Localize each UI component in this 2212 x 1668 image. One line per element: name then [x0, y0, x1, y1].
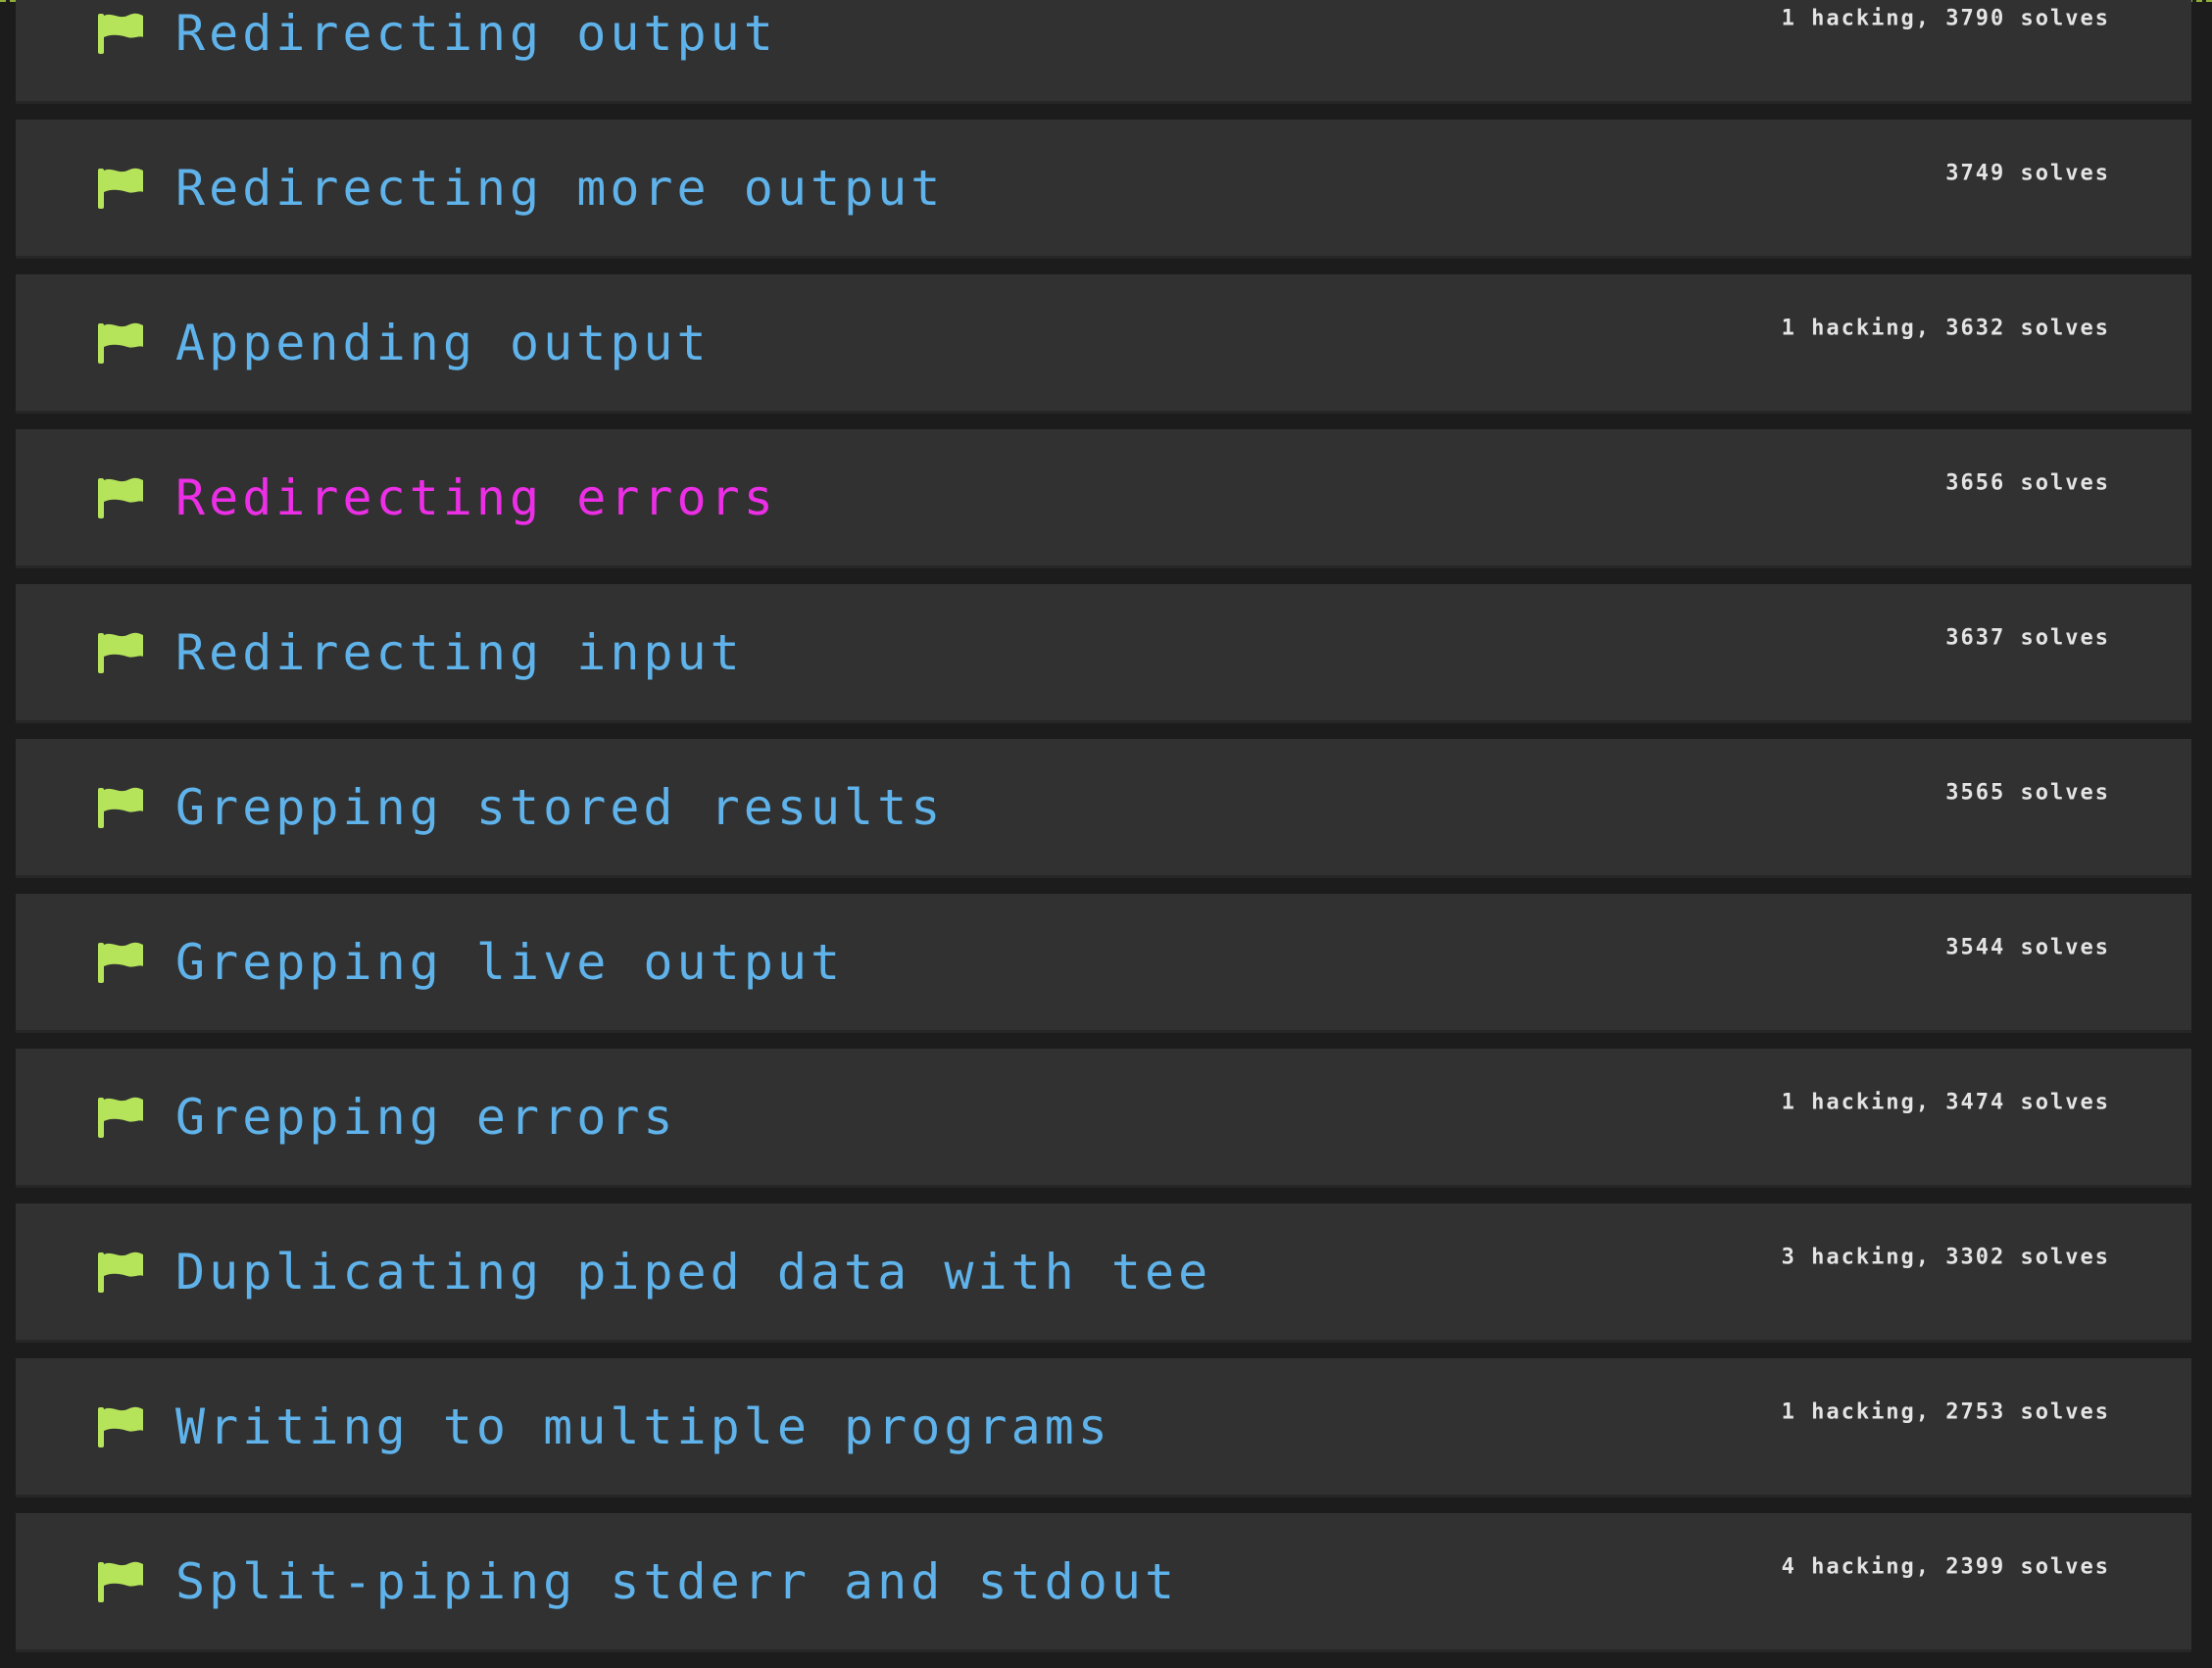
challenge-row[interactable]: Grepping stored results 3565 solves	[16, 739, 2191, 878]
flag-icon	[98, 632, 143, 673]
flag-icon	[98, 942, 143, 983]
challenge-title[interactable]: Duplicating piped data with tee	[175, 1244, 1211, 1300]
challenge-title[interactable]: Grepping stored results	[175, 779, 944, 836]
challenge-title[interactable]: Split-piping stderr and stdout	[175, 1553, 1178, 1610]
challenge-row[interactable]: Split-piping stderr and stdout 4 hacking…	[16, 1513, 2191, 1652]
challenge-stats: 3637 solves	[1945, 625, 2110, 650]
flag-icon	[98, 1406, 143, 1447]
flag-icon	[98, 1561, 143, 1602]
challenge-row[interactable]: Redirecting more output 3749 solves	[16, 120, 2191, 259]
challenge-title[interactable]: Grepping errors	[175, 1089, 677, 1146]
challenge-stats: 1 hacking, 2753 solves	[1781, 1399, 2110, 1424]
challenge-row[interactable]: Redirecting input 3637 solves	[16, 584, 2191, 723]
flag-icon	[98, 322, 143, 364]
challenge-title[interactable]: Redirecting errors	[175, 469, 777, 526]
challenge-title[interactable]: Redirecting output	[175, 5, 777, 62]
challenge-row[interactable]: Duplicating piped data with tee 3 hackin…	[16, 1203, 2191, 1343]
flag-icon	[98, 477, 143, 518]
challenge-stats: 3749 solves	[1945, 161, 2110, 185]
challenge-title[interactable]: Appending output	[175, 315, 711, 371]
challenge-stats: 1 hacking, 3632 solves	[1781, 316, 2110, 340]
flag-icon	[98, 787, 143, 828]
challenge-stats: 1 hacking, 3474 solves	[1781, 1090, 2110, 1114]
flag-icon	[98, 13, 143, 54]
challenge-stats: 3 hacking, 3302 solves	[1781, 1245, 2110, 1269]
flag-icon	[98, 168, 143, 209]
challenge-row[interactable]: Appending output 1 hacking, 3632 solves	[16, 274, 2191, 414]
challenge-title[interactable]: Redirecting more output	[175, 160, 944, 217]
flag-icon	[98, 1251, 143, 1293]
challenge-stats: 3565 solves	[1945, 780, 2110, 805]
challenge-title[interactable]: Grepping live output	[175, 934, 844, 991]
challenge-title[interactable]: Redirecting input	[175, 624, 744, 681]
challenge-row[interactable]: Redirecting output 1 hacking, 3790 solve…	[16, 0, 2191, 104]
challenge-list: Redirecting output 1 hacking, 3790 solve…	[16, 0, 2191, 1668]
challenge-stats: 4 hacking, 2399 solves	[1781, 1554, 2110, 1579]
flag-icon	[98, 1097, 143, 1138]
challenge-row[interactable]: Redirecting errors 3656 solves	[16, 429, 2191, 568]
challenge-row[interactable]: Grepping live output 3544 solves	[16, 894, 2191, 1033]
challenge-row[interactable]: Grepping errors 1 hacking, 3474 solves	[16, 1049, 2191, 1188]
challenge-row[interactable]: Writing to multiple programs 1 hacking, …	[16, 1358, 2191, 1497]
challenge-stats: 3656 solves	[1945, 470, 2110, 495]
challenge-stats: 3544 solves	[1945, 935, 2110, 959]
challenge-title[interactable]: Writing to multiple programs	[175, 1398, 1111, 1455]
challenge-stats: 1 hacking, 3790 solves	[1781, 6, 2110, 30]
